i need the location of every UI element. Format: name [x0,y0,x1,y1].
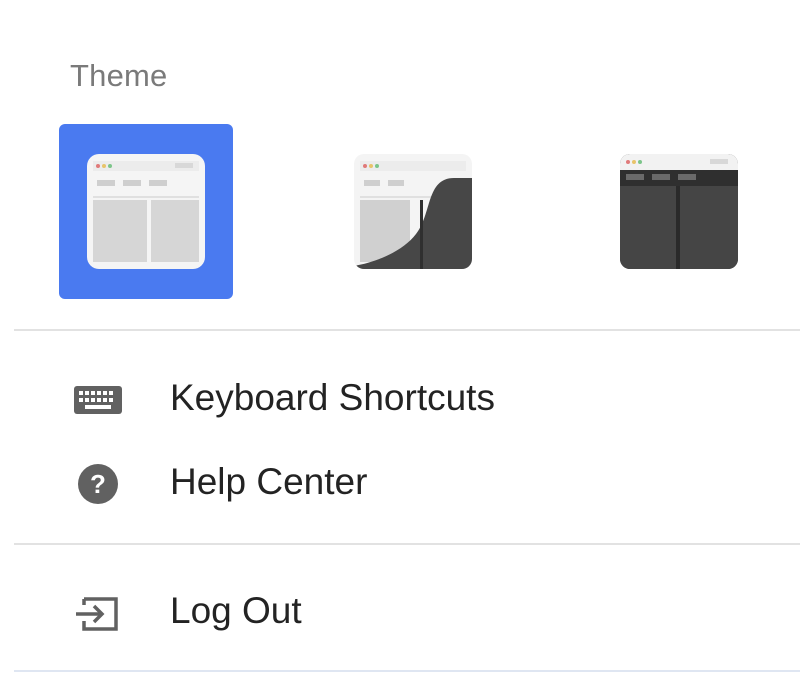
menu-item-label: Keyboard Shortcuts [170,377,495,418]
divider [14,329,800,331]
menu-item-help-center[interactable]: ? Help Center [70,454,710,510]
menu-item-keyboard-shortcuts[interactable]: Keyboard Shortcuts [70,370,710,426]
light-theme-preview-icon [87,154,205,269]
theme-section-label: Theme [70,58,168,93]
theme-option-dark[interactable] [592,124,766,299]
keyboard-icon [70,370,126,426]
svg-text:?: ? [90,469,106,499]
theme-section: Theme [0,0,800,320]
dark-theme-preview-icon [620,154,738,269]
menu-item-label: Help Center [170,461,368,502]
divider [14,543,800,545]
help-circle-icon: ? [70,454,126,510]
theme-option-auto[interactable] [326,124,500,299]
menu-item-log-out[interactable]: Log Out [70,583,710,639]
divider [14,670,800,672]
logout-icon [70,583,126,639]
theme-option-light[interactable] [59,124,233,299]
auto-theme-preview-icon [354,154,472,269]
menu-item-label: Log Out [170,590,302,631]
